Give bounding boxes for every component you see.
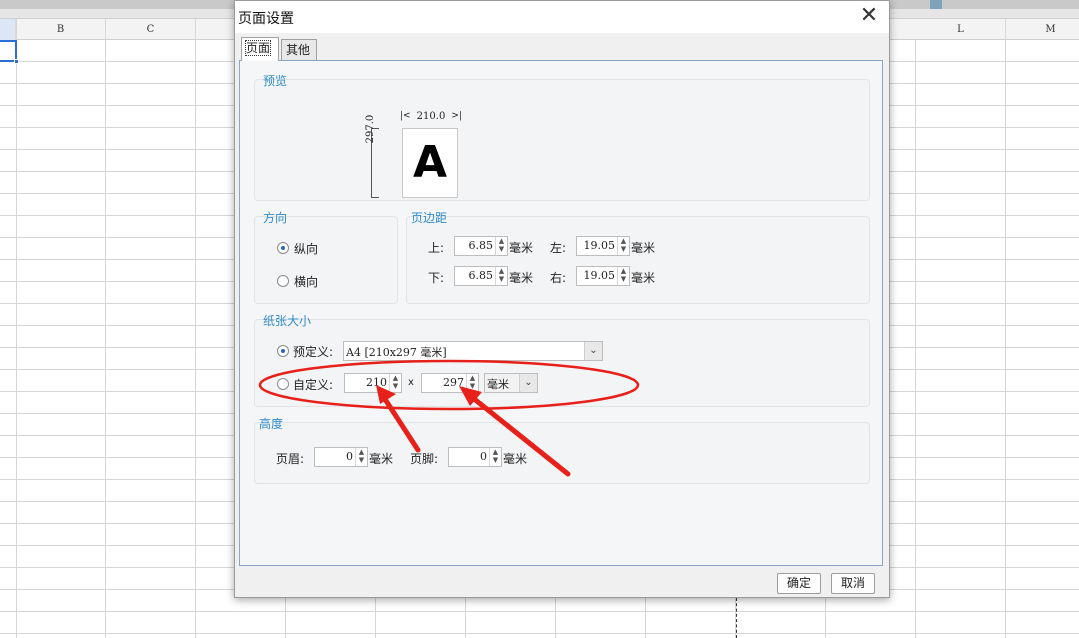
active-cell[interactable] [0,40,19,64]
header-height-value: 0 [346,450,353,463]
predefined-label[interactable]: 预定义: [293,343,333,360]
header-height-unit: 毫米 [369,452,394,466]
dialog-titlebar[interactable]: 页面设置 ✕ [235,1,889,33]
column-header-l[interactable]: L [916,19,1006,40]
margin-bottom-unit: 毫米 [509,271,534,285]
margins-group-title: 页边距 [411,211,448,225]
custom-height-value: 297 [443,376,464,389]
page-setup-dialog: 页面设置 ✕ 页面 其他 预览 |< 210.0 >| 297.0 A 方向 纵… [234,0,890,598]
tab-page[interactable]: 页面 [241,37,279,61]
custom-radio[interactable] [277,378,289,390]
dialog-title: 页面设置 [238,11,294,27]
margin-top-label: 上: [428,241,445,255]
stepper-arrows-icon[interactable]: ▲ ▼ [355,448,367,466]
custom-width-stepper[interactable]: 210 ▲ ▼ [344,373,402,393]
paper-size-group-title: 纸张大小 [263,314,312,328]
margin-bottom-value: 6.85 [468,269,494,282]
stepper-arrows-icon[interactable]: ▲ ▼ [495,237,507,255]
height-group-title: 高度 [259,417,284,431]
dimension-arrow-right: >| [451,111,462,121]
fill-handle[interactable] [14,59,19,64]
orientation-group: 方向 纵向 横向 [254,211,398,304]
margin-right-label: 右: [550,271,567,285]
portrait-label[interactable]: 纵向 [294,240,318,257]
preview-paper: A [402,128,458,198]
margin-right-unit: 毫米 [631,271,656,285]
preview-group: 预览 |< 210.0 >| 297.0 A [254,74,870,201]
margin-top-stepper[interactable]: 6.85 ▲ ▼ [454,236,508,256]
tab-page-label: 页面 [244,40,272,56]
times-sign: x [408,377,414,388]
margin-right-value: 19.05 [583,269,616,282]
stepper-arrows-icon[interactable]: ▲ ▼ [389,374,401,392]
paper-size-group: 纸张大小 预定义: A4 [210x297 毫米] ⌄ 自定义: 210 ▲ ▼ … [254,314,870,407]
preview-width-label: 210.0 [416,111,446,122]
portrait-radio[interactable] [277,242,289,254]
tab-panel-page: 预览 |< 210.0 >| 297.0 A 方向 纵向 横向 页边距 上: 6… [239,60,883,566]
height-group: 高度 页眉: 0 ▲ ▼ 毫米 页脚: 0 ▲ ▼ 毫米 [254,417,870,484]
margin-left-value: 19.05 [583,239,616,252]
margin-top-value: 6.85 [468,239,494,252]
orientation-group-title: 方向 [263,211,288,225]
dimension-arrow-left: |< [400,111,411,121]
custom-height-stepper[interactable]: 297 ▲ ▼ [421,373,479,393]
chevron-down-icon[interactable]: ⌄ [584,342,602,360]
custom-label[interactable]: 自定义: [293,376,333,393]
footer-height-value: 0 [480,450,487,463]
header-height-stepper[interactable]: 0 ▲ ▼ [314,447,368,467]
ok-button[interactable]: 确定 [777,573,821,594]
landscape-label[interactable]: 横向 [294,273,318,290]
tab-other[interactable]: 其他 [281,39,317,61]
preview-sample-letter: A [412,137,448,188]
column-header-m[interactable]: M [1006,19,1079,40]
footer-height-label: 页脚: [410,452,439,466]
margin-left-stepper[interactable]: 19.05 ▲ ▼ [576,236,630,256]
stepper-arrows-icon[interactable]: ▲ ▼ [617,267,629,285]
close-icon[interactable]: ✕ [857,5,881,29]
stepper-arrows-icon[interactable]: ▲ ▼ [617,237,629,255]
margin-bottom-label: 下: [428,271,445,285]
column-header-b[interactable]: B [16,19,106,40]
custom-unit-value: 毫米 [487,378,509,391]
scroll-indicator [930,0,942,9]
footer-height-stepper[interactable]: 0 ▲ ▼ [448,447,502,467]
stepper-arrows-icon[interactable]: ▲ ▼ [466,374,478,392]
chevron-down-icon[interactable]: ⌄ [519,374,537,392]
margin-top-unit: 毫米 [509,241,534,255]
preview-height-label: 297.0 [365,114,376,144]
page-break-line [736,598,737,638]
grid-line [16,19,17,638]
stepper-arrows-icon[interactable]: ▲ ▼ [489,448,501,466]
header-height-label: 页眉: [276,452,305,466]
preview-width-dimension: |< 210.0 >| [400,111,462,125]
margin-left-unit: 毫米 [631,241,656,255]
custom-width-value: 210 [366,376,387,389]
margins-group: 页边距 上: 6.85 ▲ ▼ 毫米 左: 19.05 ▲ ▼ 毫米 下: 6.85… [406,211,870,304]
custom-unit-select[interactable]: 毫米 ⌄ [484,373,538,393]
margin-right-stepper[interactable]: 19.05 ▲ ▼ [576,266,630,286]
cancel-button[interactable]: 取消 [831,573,875,594]
predefined-paper-value: A4 [210x297 毫米] [346,346,447,359]
footer-height-unit: 毫米 [503,452,528,466]
margin-bottom-stepper[interactable]: 6.85 ▲ ▼ [454,266,508,286]
predefined-radio[interactable] [277,345,289,357]
column-header-c[interactable]: C [106,19,196,40]
preview-group-title: 预览 [263,74,288,88]
landscape-radio[interactable] [277,275,289,287]
predefined-paper-select[interactable]: A4 [210x297 毫米] ⌄ [343,341,603,361]
stepper-arrows-icon[interactable]: ▲ ▼ [495,267,507,285]
column-header-a[interactable] [0,19,16,40]
margin-left-label: 左: [550,241,567,255]
